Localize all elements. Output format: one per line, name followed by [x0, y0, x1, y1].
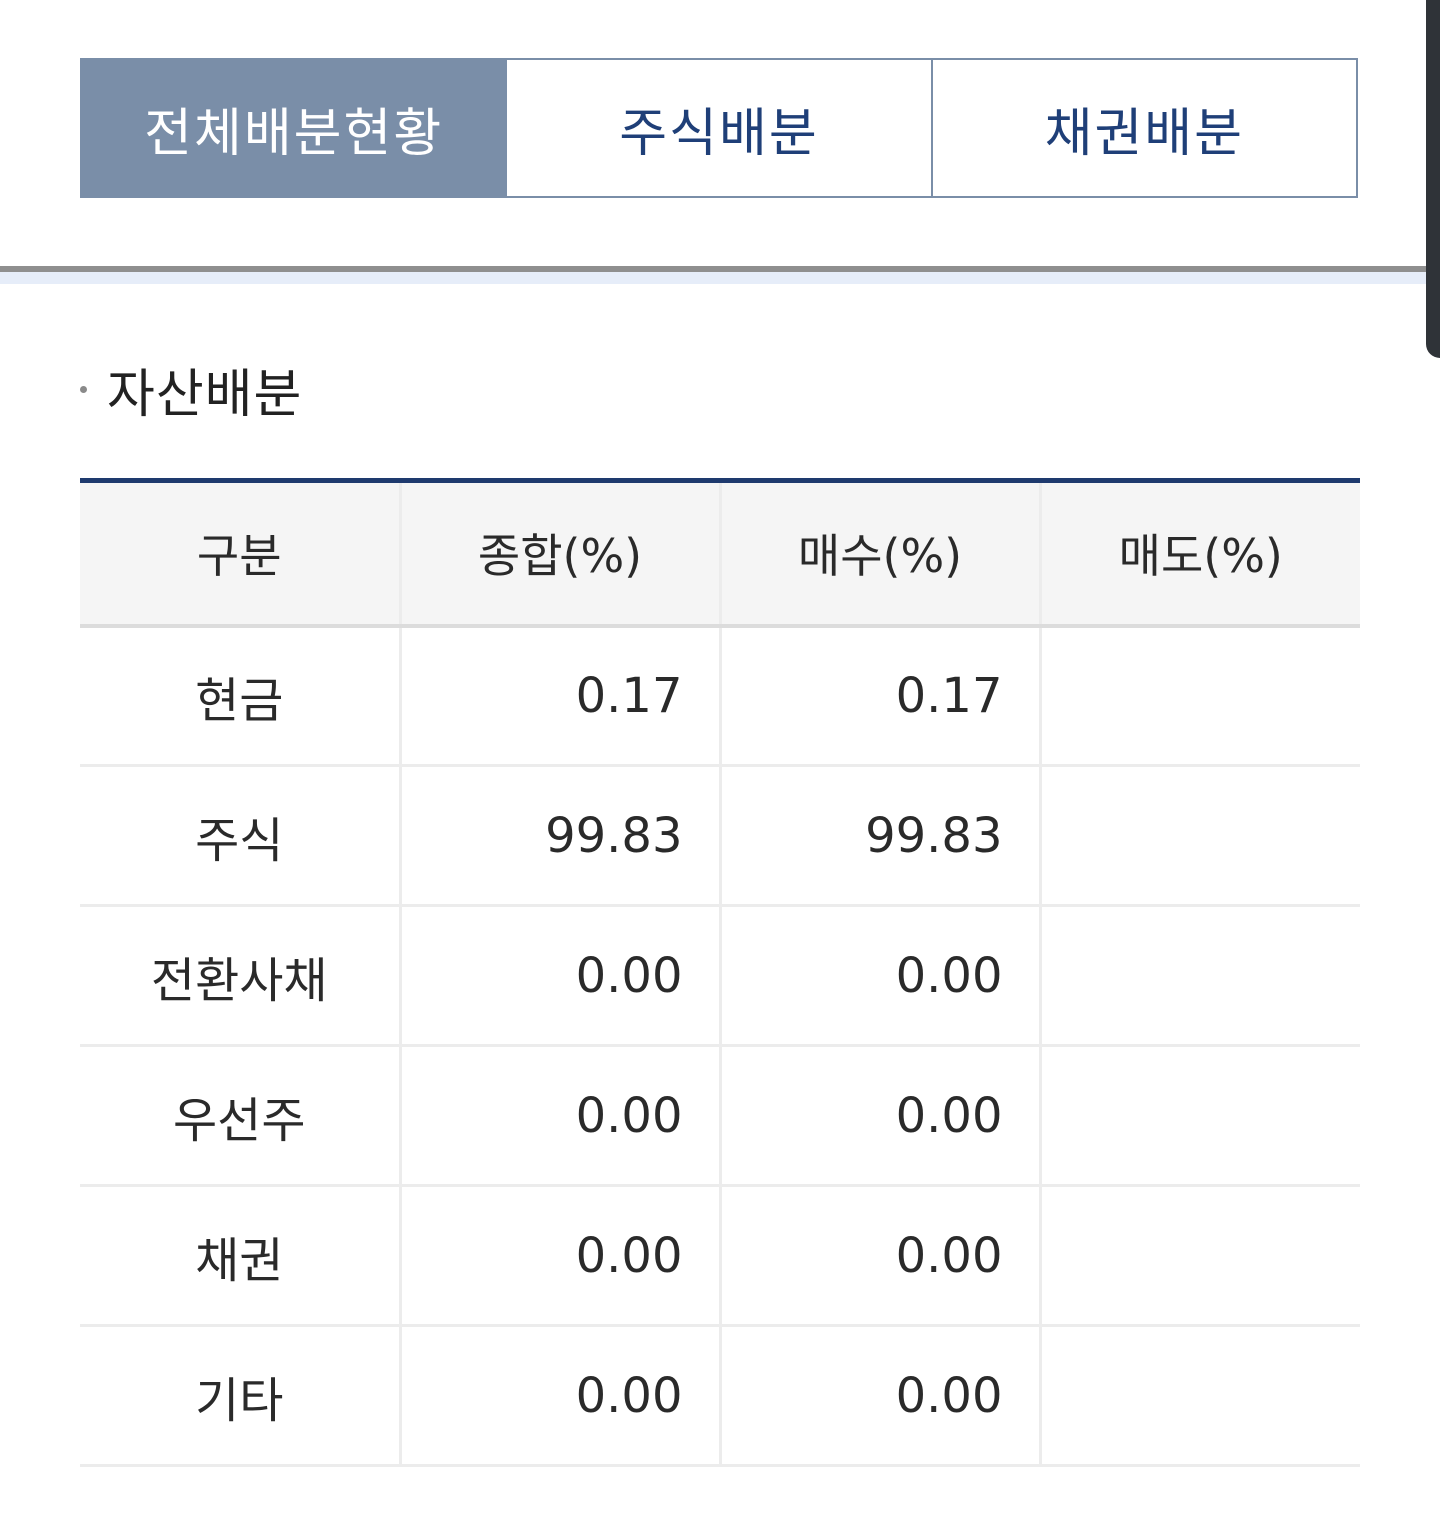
- section-title: 자산배분: [107, 364, 303, 425]
- row-total: 0.17: [398, 625, 720, 767]
- table-row: 현금 0.17 0.17: [80, 625, 1360, 767]
- tab-overall-allocation[interactable]: 전체배분현황: [82, 60, 506, 196]
- row-buy: 0.00: [718, 1045, 1040, 1187]
- header-category: 구분: [80, 480, 400, 628]
- asset-allocation-table: 구분 종합(%) 매수(%) 매도(%) 현금 0.17 0.17 주식 99.…: [80, 478, 1360, 1467]
- row-total: 0.00: [398, 905, 720, 1047]
- table-row: 기타 0.00 0.00: [80, 1325, 1360, 1467]
- table-row: 전환사채 0.00 0.00: [80, 905, 1360, 1047]
- row-sell: [1038, 905, 1360, 1047]
- scrollbar[interactable]: [1426, 0, 1440, 358]
- table-row: 채권 0.00 0.00: [80, 1185, 1360, 1327]
- row-buy: 0.00: [718, 905, 1040, 1047]
- row-sell: [1038, 1325, 1360, 1467]
- row-total: 99.83: [398, 765, 720, 907]
- tab-bond-allocation[interactable]: 채권배분: [930, 60, 1356, 196]
- row-buy: 0.00: [718, 1325, 1040, 1467]
- table-row: 주식 99.83 99.83: [80, 765, 1360, 907]
- allocation-tabs: 전체배분현황 주식배분 채권배분: [80, 58, 1358, 198]
- row-buy: 0.00: [718, 1185, 1040, 1327]
- table-row: 우선주 0.00 0.00: [80, 1045, 1360, 1187]
- row-category: 현금: [80, 625, 400, 767]
- header-total: 종합(%): [398, 480, 720, 628]
- tab-stock-allocation[interactable]: 주식배분: [505, 60, 931, 196]
- row-sell: [1038, 765, 1360, 907]
- row-category: 전환사채: [80, 905, 400, 1047]
- row-category: 우선주: [80, 1045, 400, 1187]
- row-sell: [1038, 1045, 1360, 1187]
- tabs-divider-shadow: [0, 272, 1426, 284]
- header-sell: 매도(%): [1038, 480, 1360, 628]
- row-buy: 99.83: [718, 765, 1040, 907]
- row-buy: 0.17: [718, 625, 1040, 767]
- row-category: 채권: [80, 1185, 400, 1327]
- section-header: 자산배분: [80, 356, 302, 425]
- bullet-icon: [80, 385, 87, 393]
- row-total: 0.00: [398, 1185, 720, 1327]
- header-buy: 매수(%): [718, 480, 1040, 628]
- table-header-row: 구분 종합(%) 매수(%) 매도(%): [80, 480, 1360, 628]
- row-category: 주식: [80, 765, 400, 907]
- row-total: 0.00: [398, 1045, 720, 1187]
- row-category: 기타: [80, 1325, 400, 1467]
- row-total: 0.00: [398, 1325, 720, 1467]
- row-sell: [1038, 1185, 1360, 1327]
- row-sell: [1038, 625, 1360, 767]
